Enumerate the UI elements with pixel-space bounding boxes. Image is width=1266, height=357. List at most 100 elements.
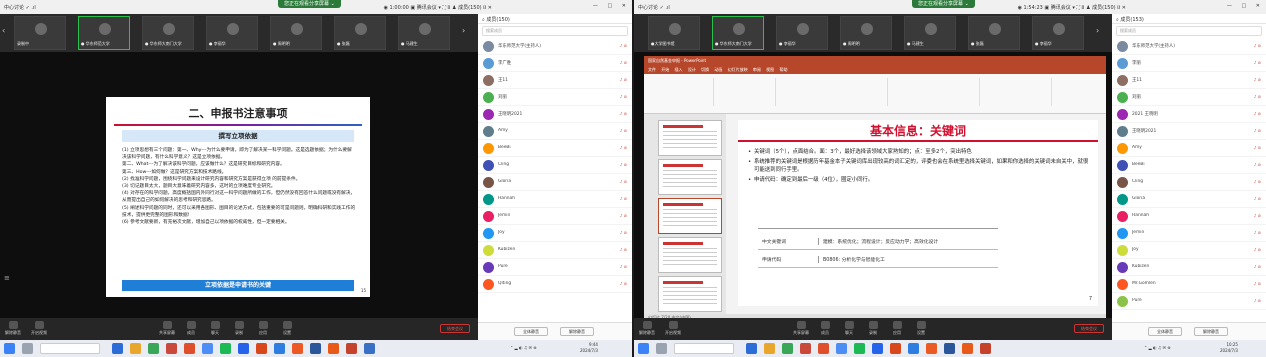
folder-icon[interactable] <box>764 343 775 354</box>
mic-muted-icon[interactable]: ♪ ⊘ <box>620 128 627 133</box>
window-controls[interactable]: — □ ✕ <box>1227 3 1264 9</box>
mic-muted-icon[interactable]: ♪ ⊘ <box>620 281 627 286</box>
participant-row[interactable]: Hannah ♪ ⊘ <box>1112 208 1266 225</box>
participant-row[interactable]: Hannah ♪ ⊘ <box>478 191 632 208</box>
app-icon[interactable] <box>274 343 285 354</box>
app-icon[interactable] <box>148 343 159 354</box>
control-button[interactable]: 开启视频 <box>664 321 682 336</box>
control-button[interactable]: 设置 <box>912 321 930 336</box>
mic-muted-icon[interactable]: ♪ ⊘ <box>1254 43 1261 48</box>
video-tile[interactable]: ●大学图书馆 <box>648 16 700 50</box>
app-icon[interactable] <box>238 343 249 354</box>
video-tile[interactable]: ● 张磊 <box>334 16 386 50</box>
slide-thumbnail[interactable] <box>658 276 722 312</box>
app-icon[interactable] <box>166 343 177 354</box>
mic-muted-icon[interactable]: ♪ ⊘ <box>1254 264 1261 269</box>
control-button[interactable]: 成员 <box>816 321 834 336</box>
meeting-toolbar-right[interactable]: ◉ 1:54:23 ▣ 腾讯会议 ▾ ⛶ ⌷ ♟ 成员(150) ⌷ ✕ <box>1018 4 1126 11</box>
browser-icon[interactable] <box>818 343 829 354</box>
mic-muted-icon[interactable]: ♪ ⊘ <box>1254 94 1261 99</box>
share-indicator[interactable]: 您正在观看分享屏幕 ⌄ <box>278 0 341 8</box>
font-group[interactable] <box>778 78 888 106</box>
app-icon[interactable] <box>746 343 757 354</box>
mic-muted-icon[interactable]: ♪ ⊘ <box>1254 247 1261 252</box>
mic-muted-icon[interactable]: ♪ ⊘ <box>1254 213 1261 218</box>
windows-start-icon[interactable] <box>4 343 15 354</box>
mic-muted-icon[interactable]: ♪ ⊘ <box>620 264 627 269</box>
video-tile[interactable]: ● 马建生 <box>398 16 450 50</box>
app-icon[interactable] <box>364 343 375 354</box>
participant-row[interactable]: Joy ♪ ⊘ <box>1112 242 1266 259</box>
mic-muted-icon[interactable]: ♪ ⊘ <box>620 179 627 184</box>
participant-row[interactable]: Pure ♪ ⊘ <box>478 259 632 276</box>
mic-muted-icon[interactable]: ♪ ⊘ <box>1254 196 1261 201</box>
control-button[interactable]: 设置 <box>278 321 296 336</box>
video-tile[interactable]: ● 周明明 <box>270 16 322 50</box>
participant-row[interactable]: 李丽 ♪ ⊘ <box>1112 55 1266 72</box>
video-tile[interactable]: ● 华东师范大学 <box>78 16 130 50</box>
participant-row[interactable]: Qiting ♪ ⊘ <box>478 276 632 293</box>
next-arrow-icon[interactable]: › <box>462 26 472 36</box>
control-button[interactable]: 成员 <box>182 321 200 336</box>
participant-row[interactable]: BeeBi ♪ ⊘ <box>1112 157 1266 174</box>
folder-icon[interactable] <box>130 343 141 354</box>
browser-icon[interactable] <box>184 343 195 354</box>
mic-muted-icon[interactable]: ♪ ⊘ <box>1254 298 1261 303</box>
slide-thumbnail[interactable] <box>658 120 722 156</box>
slides-group[interactable] <box>716 78 776 106</box>
control-button[interactable]: 共享屏幕 <box>792 321 810 336</box>
clock[interactable]: 10:25 2024/7/3 <box>1220 342 1238 354</box>
participant-row[interactable]: BeeBi ♪ ⊘ <box>478 140 632 157</box>
participant-row[interactable]: 2021 王晓明 ♪ ⊘ <box>1112 106 1266 123</box>
system-tray[interactable]: ⌃ ▂ ◐ ♫ ✉ ⊕ <box>1144 345 1171 350</box>
powerpoint-icon[interactable] <box>346 343 357 354</box>
participant-row[interactable]: 王11 ♪ ⊘ <box>478 72 632 89</box>
ppt-ribbon-tabs[interactable]: 文件 开始 插入 设计 切换 动画 幻灯片放映 审阅 视图 帮助 <box>644 66 1106 74</box>
next-arrow-icon[interactable]: › <box>1096 26 1106 36</box>
app-icon[interactable] <box>220 343 231 354</box>
mic-muted-icon[interactable]: ♪ ⊘ <box>1254 111 1261 116</box>
mic-muted-icon[interactable]: ♪ ⊘ <box>620 196 627 201</box>
clock[interactable]: 9:44 2024/7/3 <box>580 342 598 354</box>
mic-muted-icon[interactable]: ♪ ⊘ <box>1254 230 1261 235</box>
prev-arrow-icon[interactable]: ‹ <box>2 26 12 36</box>
system-tray[interactable]: ⌃ ▂ ◐ ♫ ✉ ⊕ <box>510 345 537 350</box>
control-button[interactable]: 应用 <box>888 321 906 336</box>
video-tile[interactable]: ● 华东师大南门大学 <box>142 16 194 50</box>
participant-row[interactable]: Amy ♪ ⊘ <box>478 123 632 140</box>
search-icon[interactable] <box>656 343 667 354</box>
mic-muted-icon[interactable]: ♪ ⊘ <box>620 77 627 82</box>
participant-row[interactable]: Jemin ♪ ⊘ <box>478 208 632 225</box>
participant-row[interactable]: 王晓明2021 ♪ ⊘ <box>1112 123 1266 140</box>
participant-row[interactable]: 华东师范大学(主持人) ♪ ⊘ <box>1112 38 1266 55</box>
video-tile[interactable]: ● 华东师大南门大学 <box>712 16 764 50</box>
powerpoint-icon[interactable] <box>980 343 991 354</box>
video-tile[interactable]: ● 李丽华 <box>1032 16 1084 50</box>
app-icon[interactable] <box>256 343 267 354</box>
control-button[interactable]: 解除静音 <box>638 321 656 336</box>
control-button[interactable]: 聊天 <box>840 321 858 336</box>
mic-muted-icon[interactable]: ♪ ⊘ <box>620 145 627 150</box>
app-icon[interactable] <box>872 343 883 354</box>
video-tile[interactable]: ● 李丽华 <box>776 16 828 50</box>
app-icon[interactable] <box>854 343 865 354</box>
word-icon[interactable] <box>310 343 321 354</box>
mic-muted-icon[interactable]: ♪ ⊘ <box>620 60 627 65</box>
mic-muted-icon[interactable]: ♪ ⊘ <box>620 213 627 218</box>
meeting-info[interactable]: 中心讨论 ✓ .ıl <box>638 4 670 11</box>
app-icon[interactable] <box>962 343 973 354</box>
menu-icon[interactable]: ≡ <box>4 274 10 282</box>
participant-row[interactable]: Gloria ♪ ⊘ <box>478 174 632 191</box>
word-icon[interactable] <box>944 343 955 354</box>
participant-row[interactable]: 华东师范大学(主持人) ♪ ⊘ <box>478 38 632 55</box>
mic-muted-icon[interactable]: ♪ ⊘ <box>620 94 627 99</box>
participant-row[interactable]: Cling ♪ ⊘ <box>478 157 632 174</box>
taskbar-search-input[interactable] <box>40 343 100 354</box>
slide-thumbnail[interactable] <box>658 159 722 195</box>
control-button[interactable]: 录制 <box>230 321 248 336</box>
participant-row[interactable]: 刘丽 ♪ ⊘ <box>478 89 632 106</box>
clipboard-group[interactable] <box>644 78 714 106</box>
participant-row[interactable]: 刘丽 ♪ ⊘ <box>1112 89 1266 106</box>
app-icon[interactable] <box>292 343 303 354</box>
mic-muted-icon[interactable]: ♪ ⊘ <box>620 247 627 252</box>
